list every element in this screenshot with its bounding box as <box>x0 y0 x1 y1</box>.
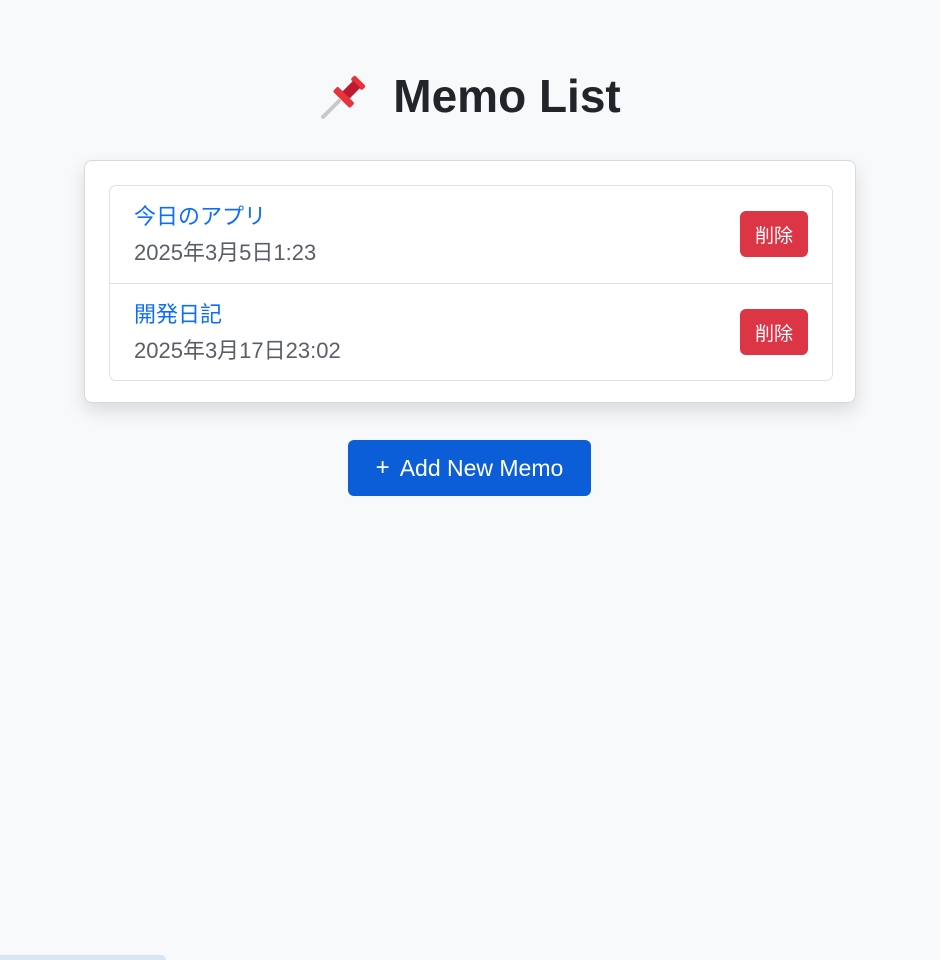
memo-title-link[interactable]: 開発日記 <box>134 300 222 330</box>
memo-list: 今日のアプリ 2025年3月5日1:23 削除 開発日記 2025年3月17日2… <box>109 185 833 381</box>
memo-card: 今日のアプリ 2025年3月5日1:23 削除 開発日記 2025年3月17日2… <box>84 160 856 403</box>
list-item: 開発日記 2025年3月17日23:02 削除 <box>110 283 832 380</box>
memo-title-link[interactable]: 今日のアプリ <box>134 202 266 232</box>
add-memo-label: Add New Memo <box>399 454 564 481</box>
page-title: Memo List <box>393 70 621 122</box>
memo-date: 2025年3月17日23:02 <box>134 338 341 363</box>
list-item: 今日のアプリ 2025年3月5日1:23 削除 <box>110 186 832 283</box>
delete-button[interactable]: 削除 <box>740 211 808 257</box>
add-memo-button[interactable]: + Add New Memo <box>348 440 591 496</box>
pushpin-icon <box>319 70 371 122</box>
plus-icon: + <box>375 454 390 481</box>
page: Memo List 今日のアプリ 2025年3月5日1:23 削除 開発日記 2… <box>0 0 940 960</box>
delete-button[interactable]: 削除 <box>740 309 808 355</box>
memo-date: 2025年3月5日1:23 <box>134 240 317 265</box>
page-header: Memo List <box>0 66 940 126</box>
bottom-edge-tab <box>0 955 166 960</box>
